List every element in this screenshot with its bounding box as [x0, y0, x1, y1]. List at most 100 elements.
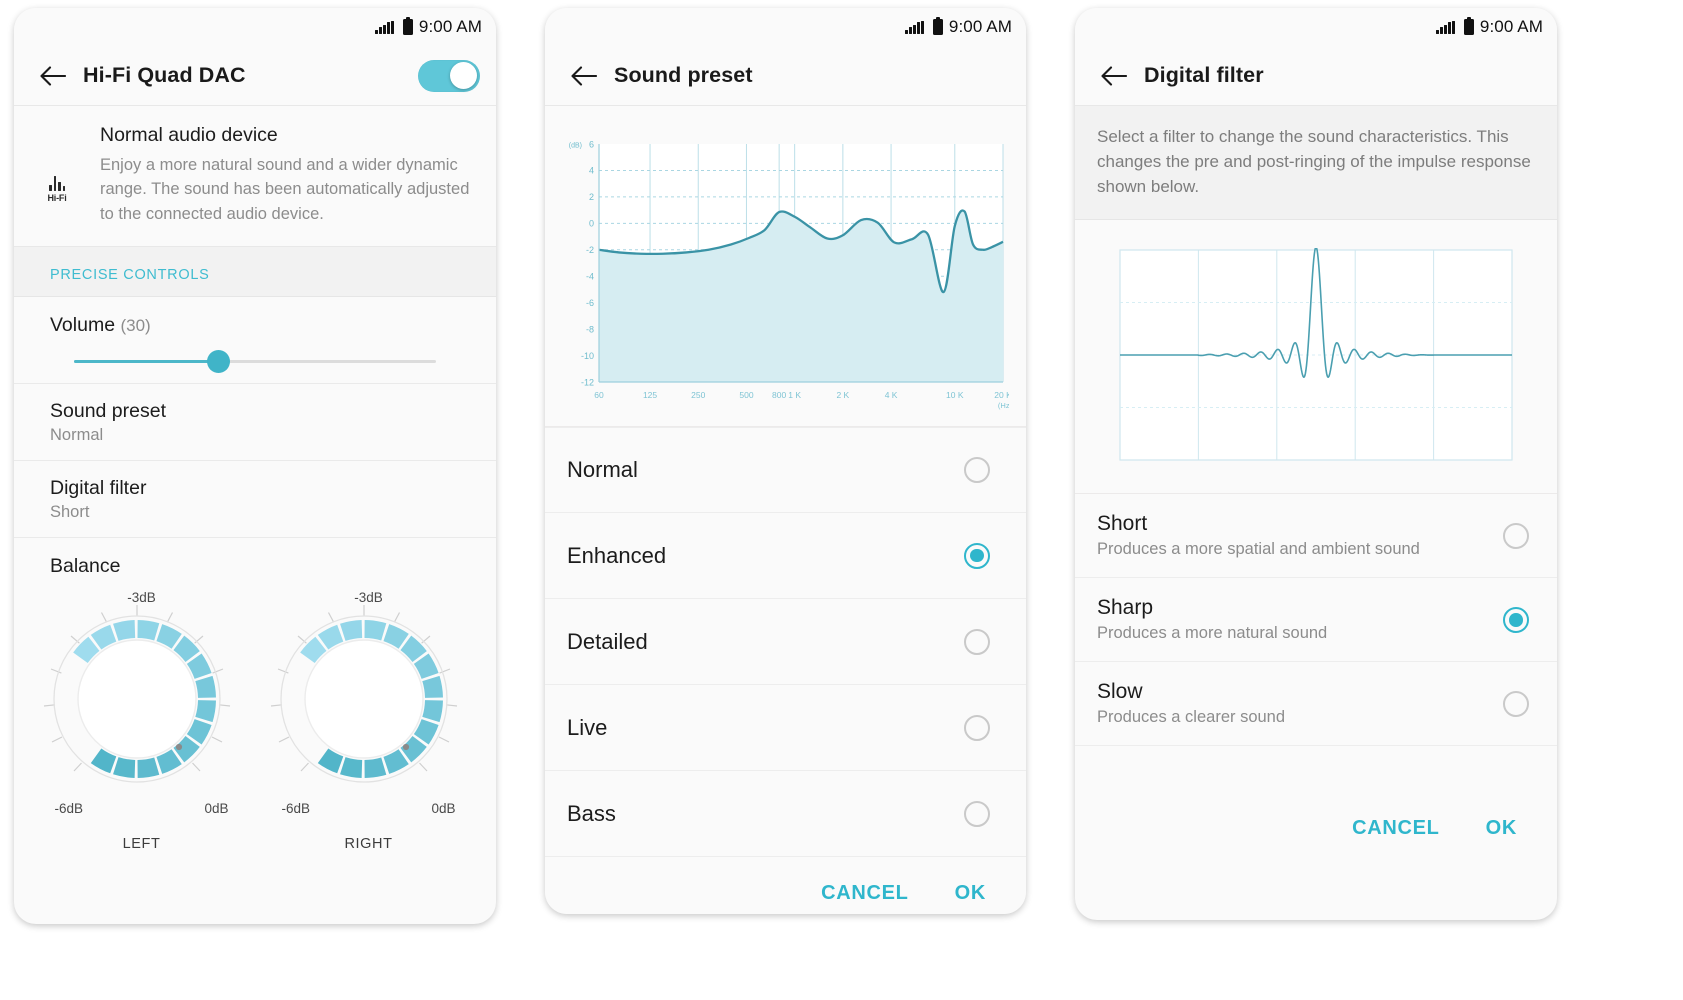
knob-segment: [194, 675, 216, 698]
signal-icon: [1435, 20, 1455, 34]
chart-xtick-label: 250: [691, 390, 705, 400]
phone-panel-digital-filter: 9:00 AM Digital filter Select a filter t…: [1075, 8, 1557, 920]
filter-option-label: Short: [1097, 512, 1148, 536]
knob-segment: [421, 699, 443, 722]
chart-ytick-label: -8: [586, 324, 594, 334]
radio-bass[interactable]: [964, 800, 990, 827]
balance-knob-left[interactable]: -3dB -6dB 0dB LEFT: [37, 590, 247, 852]
status-time: 9:00 AM: [1479, 17, 1543, 36]
sound-preset-value: Normal: [50, 425, 104, 444]
battery-icon: [932, 16, 943, 35]
filter-option-label: Slow: [1097, 680, 1143, 704]
knob-segment: [112, 756, 135, 778]
radio-live[interactable]: [964, 714, 990, 741]
status-bar: 9:00 AM: [14, 8, 496, 46]
knob-segment: [339, 619, 362, 641]
filter-option-desc: Produces a clearer sound: [1097, 708, 1286, 727]
knob-right-indicator: [402, 743, 409, 750]
impulse-response-chart: [1119, 248, 1513, 462]
status-bar: 9:00 AM: [545, 8, 1026, 46]
chart-ytick-label: -10: [581, 351, 594, 361]
chart-xtick-label: 4 K: [885, 390, 898, 400]
knob-right-dial[interactable]: [264, 599, 464, 799]
chart-xtick-label: 800: [772, 390, 786, 400]
radio-sharp[interactable]: [1503, 606, 1529, 633]
chart-ytick-label: 2: [589, 192, 594, 202]
knob-left-dial[interactable]: [37, 599, 237, 799]
chart-xtick-label: 125: [643, 390, 657, 400]
filter-option-sharp[interactable]: Sharp Produces a more natural sound: [1075, 578, 1557, 663]
digital-filter-description: Select a filter to change the sound char…: [1075, 106, 1557, 221]
radio-slow[interactable]: [1503, 690, 1529, 717]
filter-option-desc: Produces a more spatial and ambient soun…: [1097, 540, 1420, 559]
chart-xtick-label: 20 K: [994, 390, 1009, 400]
volume-value: (30): [120, 315, 151, 335]
balance-label: Balance: [50, 554, 121, 577]
filter-option-slow[interactable]: Slow Produces a clearer sound: [1075, 662, 1557, 747]
volume-setting: Volume (30): [14, 297, 496, 384]
balance-knobs: -3dB -6dB 0dB LEFT -3dB -6dB 0dB RIGHT: [14, 584, 496, 852]
digital-filter-setting[interactable]: Digital filter Short: [14, 461, 496, 538]
filter-option-short[interactable]: Short Produces a more spatial and ambien…: [1075, 494, 1557, 579]
filter-option-label: Sharp: [1097, 596, 1154, 620]
page-title: Hi-Fi Quad DAC: [83, 63, 246, 87]
chart-xtick-label: 2 K: [836, 390, 849, 400]
ok-button[interactable]: OK: [1486, 817, 1517, 840]
audio-device-description: Enjoy a more natural sound and a wider d…: [100, 156, 470, 223]
impulse-response-container: [1075, 220, 1557, 495]
back-arrow-icon[interactable]: [1097, 59, 1131, 93]
back-arrow-icon[interactable]: [567, 59, 601, 93]
ok-button[interactable]: OK: [955, 882, 986, 905]
audio-device-summary: Hi-Fi Normal audio device Enjoy a more n…: [14, 106, 496, 247]
hi-fi-icon: Hi-Fi: [34, 124, 80, 226]
knob-segment: [364, 757, 386, 778]
section-header-precise-controls: PRECISE CONTROLS: [14, 246, 496, 297]
preset-option-live[interactable]: Live: [545, 685, 1026, 771]
app-bar-sound-preset: Sound preset: [545, 46, 1026, 106]
chart-ytick-label: -4: [586, 272, 594, 282]
knob-segment: [137, 619, 159, 641]
app-bar-digital-filter: Digital filter: [1075, 46, 1557, 106]
hifi-quad-dac-toggle[interactable]: [418, 59, 480, 92]
preset-option-label: Enhanced: [567, 542, 667, 568]
chart-xtick-label: 500: [739, 390, 753, 400]
slider-thumb[interactable]: [207, 349, 231, 373]
chart-xaxis-label: (Hz): [998, 401, 1009, 410]
volume-label-line: Volume (30): [50, 297, 460, 337]
toggle-knob: [450, 62, 477, 89]
chart-xtick-label: 10 K: [946, 390, 964, 400]
filter-option-desc: Produces a more natural sound: [1097, 624, 1328, 643]
signal-icon: [904, 20, 924, 34]
chart-ytick-label: 0: [589, 219, 594, 229]
sound-preset-setting[interactable]: Sound preset Normal: [14, 384, 496, 461]
preset-option-enhanced[interactable]: Enhanced: [545, 513, 1026, 599]
volume-label: Volume: [50, 313, 116, 336]
back-arrow-icon[interactable]: [36, 59, 70, 93]
knob-segment: [364, 619, 386, 641]
preset-option-detailed[interactable]: Detailed: [545, 599, 1026, 685]
digital-filter-options: Short Produces a more spatial and ambien…: [1075, 494, 1557, 793]
radio-detailed[interactable]: [964, 628, 990, 655]
digital-filter-label: Digital filter: [50, 476, 147, 499]
preset-option-label: Live: [567, 714, 608, 740]
knob-right-min-label: -6dB: [281, 800, 311, 816]
radio-normal[interactable]: [964, 457, 990, 483]
preset-option-bass[interactable]: Bass: [545, 771, 1026, 857]
hi-fi-icon-label: Hi-Fi: [47, 193, 67, 204]
cancel-button[interactable]: CANCEL: [821, 882, 909, 905]
cancel-button[interactable]: CANCEL: [1352, 817, 1440, 840]
preset-option-label: Normal: [567, 457, 638, 482]
preset-option-normal[interactable]: Normal: [545, 427, 1026, 513]
slider-fill: [74, 359, 219, 364]
radio-short[interactable]: [1503, 522, 1529, 549]
radio-enhanced[interactable]: [964, 542, 990, 569]
phone-panel-hifi-quad-dac: 9:00 AM Hi-Fi Quad DAC Hi-Fi Normal audi…: [14, 8, 496, 924]
knob-right-max-label: 0dB: [431, 800, 456, 816]
chart-ytick-label: -6: [586, 298, 594, 308]
balance-knob-right[interactable]: -3dB -6dB 0dB RIGHT: [264, 590, 474, 852]
volume-slider[interactable]: [74, 339, 436, 383]
knob-left-min-label: -6dB: [54, 800, 84, 816]
digital-filter-actions: CANCEL OK: [1075, 792, 1557, 865]
filter-list-spacer: [1075, 746, 1557, 793]
chart-ytick-label: -2: [586, 245, 594, 255]
